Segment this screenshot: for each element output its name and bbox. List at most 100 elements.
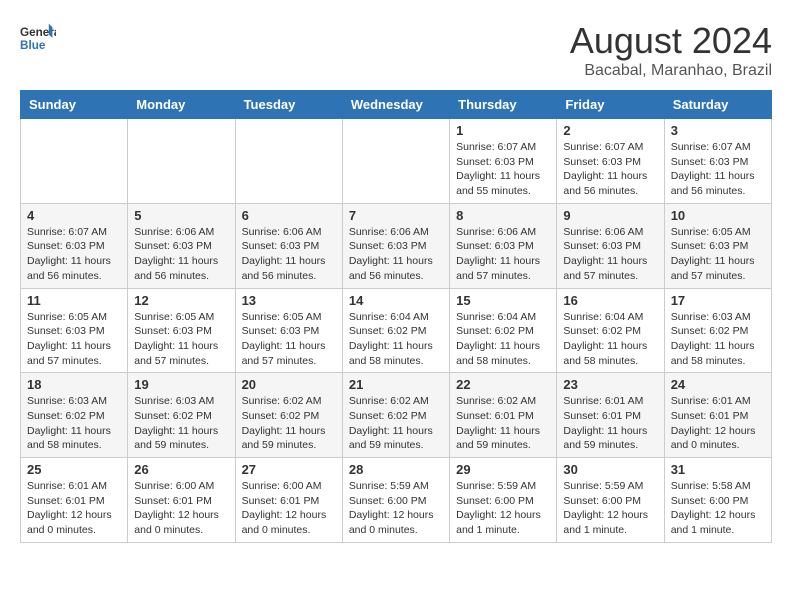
day-info: Sunrise: 6:06 AMSunset: 6:03 PMDaylight:… <box>456 225 550 284</box>
day-number: 24 <box>671 377 765 392</box>
day-info: Sunrise: 6:06 AMSunset: 6:03 PMDaylight:… <box>563 225 657 284</box>
day-number: 8 <box>456 208 550 223</box>
calendar-cell: 28 Sunrise: 5:59 AMSunset: 6:00 PMDayligh… <box>342 458 449 543</box>
calendar-cell: 17Sunrise: 6:03 AMSunset: 6:02 PMDayligh… <box>664 288 771 373</box>
calendar-cell: 22 Sunrise: 6:02 AMSunset: 6:01 PMDayligh… <box>450 373 557 458</box>
calendar-cell: 18 Sunrise: 6:03 AMSunset: 6:02 PMDayligh… <box>21 373 128 458</box>
day-info: Sunrise: 5:59 AMSunset: 6:00 PMDaylight:… <box>349 479 443 538</box>
calendar-table: SundayMondayTuesdayWednesdayThursdayFrid… <box>20 90 772 543</box>
calendar-cell: 21 Sunrise: 6:02 AMSunset: 6:02 PMDayligh… <box>342 373 449 458</box>
header: General Blue August 2024 Bacabal, Maranh… <box>20 20 772 80</box>
calendar-cell: 23 Sunrise: 6:01 AMSunset: 6:01 PMDayligh… <box>557 373 664 458</box>
calendar-cell: 27 Sunrise: 6:00 AMSunset: 6:01 PMDayligh… <box>235 458 342 543</box>
day-number: 6 <box>242 208 336 223</box>
calendar-cell <box>128 119 235 204</box>
calendar-cell: 30Sunrise: 5:59 AMSunset: 6:00 PMDayligh… <box>557 458 664 543</box>
day-number: 31 <box>671 462 765 477</box>
week-row-1: 1 Sunrise: 6:07 AMSunset: 6:03 PMDaylight… <box>21 119 772 204</box>
day-header-sunday: Sunday <box>21 91 128 119</box>
day-info: Sunrise: 6:06 AMSunset: 6:03 PMDaylight:… <box>134 225 228 284</box>
day-info: Sunrise: 6:03 AMSunset: 6:02 PMDaylight:… <box>27 394 121 453</box>
week-row-3: 11 Sunrise: 6:05 AMSunset: 6:03 PMDayligh… <box>21 288 772 373</box>
day-info: Sunrise: 6:02 AMSunset: 6:01 PMDaylight:… <box>456 394 550 453</box>
week-row-2: 4 Sunrise: 6:07 AMSunset: 6:03 PMDaylight… <box>21 203 772 288</box>
day-info: Sunrise: 5:58 AMSunset: 6:00 PMDaylight:… <box>671 479 765 538</box>
day-info: Sunrise: 6:05 AMSunset: 6:03 PMDaylight:… <box>242 310 336 369</box>
calendar-cell: 15Sunrise: 6:04 AMSunset: 6:02 PMDayligh… <box>450 288 557 373</box>
day-info: Sunrise: 6:07 AMSunset: 6:03 PMDaylight:… <box>671 140 765 199</box>
day-info: Sunrise: 6:02 AMSunset: 6:02 PMDaylight:… <box>349 394 443 453</box>
day-info: Sunrise: 6:01 AMSunset: 6:01 PMDaylight:… <box>563 394 657 453</box>
calendar-cell: 16 Sunrise: 6:04 AMSunset: 6:02 PMDayligh… <box>557 288 664 373</box>
calendar-cell: 19Sunrise: 6:03 AMSunset: 6:02 PMDayligh… <box>128 373 235 458</box>
calendar-cell: 25Sunrise: 6:01 AMSunset: 6:01 PMDayligh… <box>21 458 128 543</box>
day-header-saturday: Saturday <box>664 91 771 119</box>
calendar-cell: 13 Sunrise: 6:05 AMSunset: 6:03 PMDayligh… <box>235 288 342 373</box>
calendar-cell: 1 Sunrise: 6:07 AMSunset: 6:03 PMDaylight… <box>450 119 557 204</box>
calendar-cell: 5 Sunrise: 6:06 AMSunset: 6:03 PMDaylight… <box>128 203 235 288</box>
day-info: Sunrise: 6:04 AMSunset: 6:02 PMDaylight:… <box>563 310 657 369</box>
day-number: 14 <box>349 293 443 308</box>
day-number: 7 <box>349 208 443 223</box>
day-number: 5 <box>134 208 228 223</box>
day-number: 1 <box>456 123 550 138</box>
day-info: Sunrise: 6:06 AMSunset: 6:03 PMDaylight:… <box>242 225 336 284</box>
logo-icon: General Blue <box>20 20 56 56</box>
day-info: Sunrise: 5:59 AMSunset: 6:00 PMDaylight:… <box>456 479 550 538</box>
calendar-cell: 12 Sunrise: 6:05 AMSunset: 6:03 PMDayligh… <box>128 288 235 373</box>
month-year: August 2024 <box>570 20 772 62</box>
calendar-cell <box>21 119 128 204</box>
day-info: Sunrise: 6:00 AMSunset: 6:01 PMDaylight:… <box>242 479 336 538</box>
day-number: 17 <box>671 293 765 308</box>
day-number: 23 <box>563 377 657 392</box>
calendar-cell: 9 Sunrise: 6:06 AMSunset: 6:03 PMDaylight… <box>557 203 664 288</box>
day-info: Sunrise: 6:04 AMSunset: 6:02 PMDaylight:… <box>349 310 443 369</box>
calendar-cell: 31 Sunrise: 5:58 AMSunset: 6:00 PMDayligh… <box>664 458 771 543</box>
day-info: Sunrise: 6:01 AMSunset: 6:01 PMDaylight:… <box>27 479 121 538</box>
day-header-wednesday: Wednesday <box>342 91 449 119</box>
day-number: 12 <box>134 293 228 308</box>
day-number: 19 <box>134 377 228 392</box>
calendar-cell: 10Sunrise: 6:05 AMSunset: 6:03 PMDayligh… <box>664 203 771 288</box>
day-info: Sunrise: 6:01 AMSunset: 6:01 PMDaylight:… <box>671 394 765 453</box>
calendar-cell: 20Sunrise: 6:02 AMSunset: 6:02 PMDayligh… <box>235 373 342 458</box>
calendar-cell <box>342 119 449 204</box>
day-info: Sunrise: 6:07 AMSunset: 6:03 PMDaylight:… <box>27 225 121 284</box>
day-number: 13 <box>242 293 336 308</box>
day-number: 3 <box>671 123 765 138</box>
calendar-cell: 29 Sunrise: 5:59 AMSunset: 6:00 PMDayligh… <box>450 458 557 543</box>
day-number: 16 <box>563 293 657 308</box>
calendar-cell: 3 Sunrise: 6:07 AMSunset: 6:03 PMDaylight… <box>664 119 771 204</box>
day-number: 27 <box>242 462 336 477</box>
logo: General Blue <box>20 20 56 56</box>
day-number: 18 <box>27 377 121 392</box>
day-number: 30 <box>563 462 657 477</box>
calendar-cell: 4 Sunrise: 6:07 AMSunset: 6:03 PMDaylight… <box>21 203 128 288</box>
days-header-row: SundayMondayTuesdayWednesdayThursdayFrid… <box>21 91 772 119</box>
day-header-monday: Monday <box>128 91 235 119</box>
week-row-5: 25Sunrise: 6:01 AMSunset: 6:01 PMDayligh… <box>21 458 772 543</box>
svg-text:Blue: Blue <box>20 39 46 52</box>
day-info: Sunrise: 6:00 AMSunset: 6:01 PMDaylight:… <box>134 479 228 538</box>
day-number: 28 <box>349 462 443 477</box>
day-info: Sunrise: 6:07 AMSunset: 6:03 PMDaylight:… <box>456 140 550 199</box>
week-row-4: 18 Sunrise: 6:03 AMSunset: 6:02 PMDayligh… <box>21 373 772 458</box>
calendar-cell: 11Sunrise: 6:05 AMSunset: 6:03 PMDayligh… <box>21 288 128 373</box>
day-number: 11 <box>27 293 121 308</box>
day-number: 9 <box>563 208 657 223</box>
day-number: 15 <box>456 293 550 308</box>
calendar-cell: 14 Sunrise: 6:04 AMSunset: 6:02 PMDayligh… <box>342 288 449 373</box>
day-number: 20 <box>242 377 336 392</box>
title-area: August 2024 Bacabal, Maranhao, Brazil <box>570 20 772 80</box>
day-number: 26 <box>134 462 228 477</box>
day-info: Sunrise: 6:06 AMSunset: 6:03 PMDaylight:… <box>349 225 443 284</box>
day-number: 22 <box>456 377 550 392</box>
day-header-thursday: Thursday <box>450 91 557 119</box>
day-number: 10 <box>671 208 765 223</box>
calendar-cell: 6 Sunrise: 6:06 AMSunset: 6:03 PMDaylight… <box>235 203 342 288</box>
day-number: 29 <box>456 462 550 477</box>
day-number: 21 <box>349 377 443 392</box>
day-number: 4 <box>27 208 121 223</box>
calendar-cell: 26 Sunrise: 6:00 AMSunset: 6:01 PMDayligh… <box>128 458 235 543</box>
day-info: Sunrise: 6:05 AMSunset: 6:03 PMDaylight:… <box>134 310 228 369</box>
